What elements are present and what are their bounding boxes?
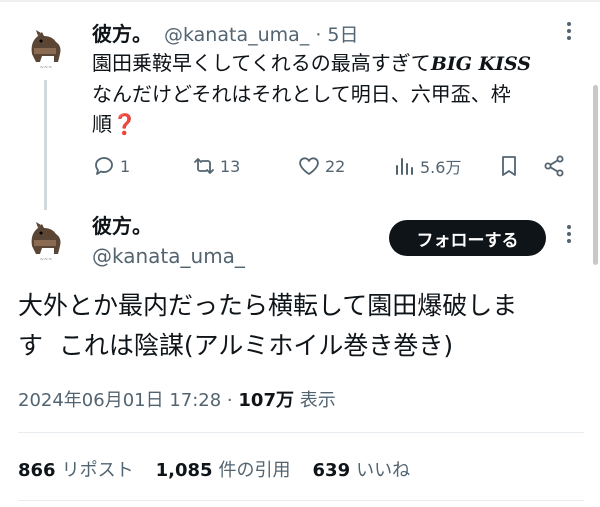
thread-line <box>44 80 47 210</box>
views-button[interactable]: 5.6万 <box>392 152 461 180</box>
tweet-text-line: す これは陰謀(アルミホイル巻き巻き) <box>18 331 454 360</box>
svg-text:~~~: ~~~ <box>40 257 53 263</box>
divider <box>18 432 584 433</box>
analytics-icon <box>396 158 413 175</box>
horse-avatar-icon: ~~~ <box>22 24 70 72</box>
more-options-icon[interactable] <box>564 22 574 42</box>
reply-tweet[interactable]: ~~~ 彼方。 @kanata_uma_ · 5日 園田乗鞍早くしてくれるの最高… <box>0 0 600 210</box>
likes-label: いいね <box>356 460 411 481</box>
quotes-link[interactable]: 1,085 件の引用 <box>156 456 291 482</box>
tweet-text: 園田乗鞍早くしてくれるの最高すぎてBIG KISS なんだけどそれはそれとして明… <box>92 48 592 139</box>
divider <box>18 500 584 501</box>
bookmark-icon <box>502 156 516 176</box>
retweet-icon <box>194 158 214 174</box>
likes-count: 639 <box>312 460 351 481</box>
more-options-icon[interactable] <box>564 225 574 245</box>
author-handle[interactable]: @kanata_uma_ <box>92 244 245 268</box>
tweet-meta: 2024年06月01日 17:28 · 107万 表示 <box>18 386 336 412</box>
views-label: 表示 <box>293 390 336 411</box>
author-handle-time[interactable]: @kanata_uma_ · 5日 <box>164 20 359 47</box>
tweet-datetime[interactable]: 2024年06月01日 17:28 · <box>18 390 238 411</box>
reposts-label: リポスト <box>61 460 134 481</box>
action-bar: 1 13 22 5.6万 <box>92 152 572 180</box>
quotes-label: 件の引用 <box>218 460 291 481</box>
tweet-text: 大外とか最内だったら横転して園田爆破しま す これは陰謀(アルミホイル巻き巻き) <box>18 286 583 366</box>
retweet-button[interactable]: 13 <box>192 152 240 180</box>
bookmark-button[interactable] <box>497 152 525 180</box>
reply-button[interactable]: 1 <box>92 152 130 180</box>
svg-text:~~~: ~~~ <box>40 65 53 71</box>
horse-avatar-icon: ~~~ <box>22 216 70 264</box>
engagement-stats: 866 リポスト 1,085 件の引用 639 いいね <box>18 456 432 482</box>
avatar[interactable]: ~~~ <box>22 24 70 72</box>
tweet-text-line: 大外とか最内だったら横転して園田爆破しま <box>18 291 518 320</box>
share-button[interactable] <box>542 152 570 180</box>
reply-icon <box>95 157 113 175</box>
big-kiss-text: BIG KISS <box>430 53 532 75</box>
like-count: 22 <box>325 156 346 176</box>
reposts-link[interactable]: 866 リポスト <box>18 456 134 482</box>
share-icon <box>544 155 564 177</box>
author-name[interactable]: 彼方。 <box>92 18 152 47</box>
tweet-text-line: 園田乗鞍早くしてくれるの最高すぎて <box>92 51 431 75</box>
heart-icon <box>299 157 319 175</box>
like-button[interactable]: 22 <box>297 152 345 180</box>
reply-count: 1 <box>120 156 131 176</box>
author-name[interactable]: 彼方。 <box>92 210 152 239</box>
tweet-text-line: なんだけどそれはそれとして明日、六甲盃、枠 <box>92 82 511 106</box>
follow-button[interactable]: フォローする <box>389 220 546 256</box>
views-count: 5.6万 <box>420 158 462 177</box>
quotes-count: 1,085 <box>155 460 213 481</box>
likes-link[interactable]: 639 いいね <box>313 456 411 482</box>
views-count: 107万 <box>238 390 294 411</box>
reposts-count: 866 <box>18 460 56 481</box>
tweet-text-line: 順❓ <box>92 112 137 136</box>
avatar[interactable]: ~~~ <box>22 216 70 264</box>
retweet-count: 13 <box>220 156 241 176</box>
